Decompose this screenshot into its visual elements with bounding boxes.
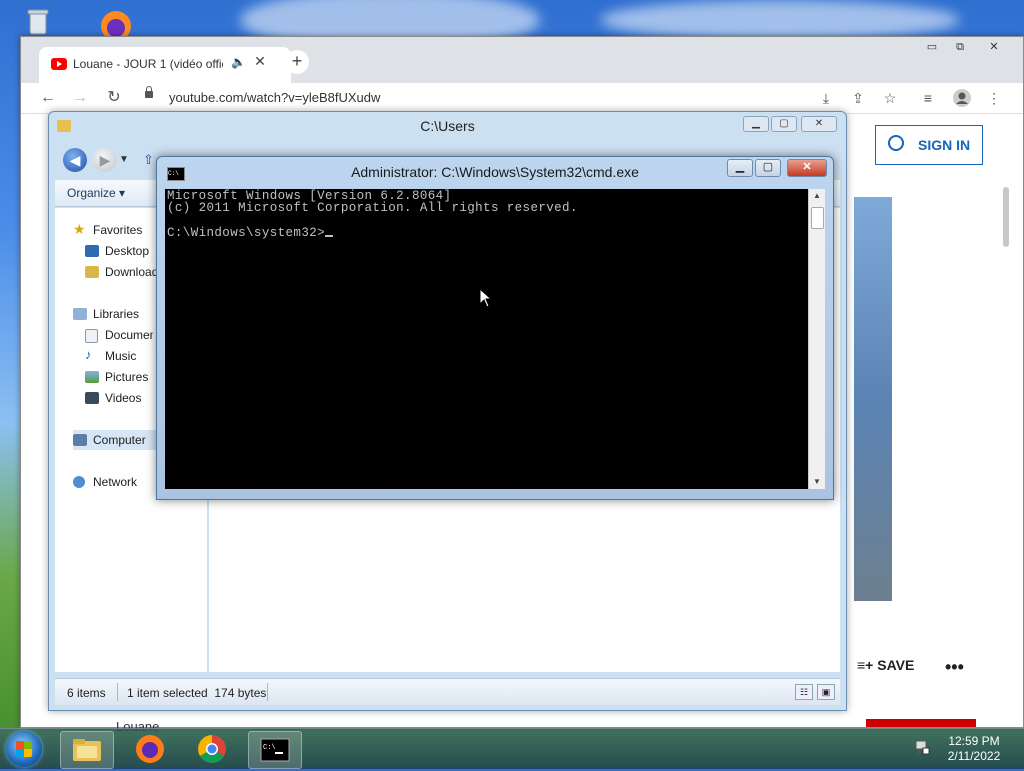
text-cursor bbox=[325, 234, 334, 237]
libraries-icon bbox=[73, 308, 87, 320]
nav-pictures-label: Pictures bbox=[105, 370, 149, 384]
cmd-maximize-button[interactable]: ▢ bbox=[755, 159, 781, 177]
chrome-toolbar: ← → ↻ youtube.com/watch?v=yleB8fUXudw ⤓ … bbox=[21, 83, 1023, 114]
reload-icon[interactable]: ↻ bbox=[103, 87, 125, 109]
svg-text:C:\: C:\ bbox=[263, 744, 276, 752]
bookmark-star-icon[interactable]: ☆ bbox=[879, 87, 901, 109]
computer-icon bbox=[73, 434, 87, 446]
explorer-close-button[interactable]: ✕ bbox=[801, 116, 837, 132]
console-scrollbar[interactable]: ▲ ▼ bbox=[808, 189, 825, 489]
taskbar-firefox[interactable] bbox=[124, 731, 176, 767]
explorer-minimize-button[interactable]: ▁ bbox=[743, 116, 769, 132]
save-button[interactable]: ≡+ SAVE bbox=[857, 657, 914, 673]
chrome-minimize-button[interactable]: ▭ bbox=[921, 39, 943, 55]
videos-icon bbox=[85, 392, 99, 404]
scroll-down-icon[interactable]: ▼ bbox=[809, 475, 825, 489]
lock-icon bbox=[145, 86, 153, 98]
cmd-minimize-button[interactable]: ▁ bbox=[727, 159, 753, 177]
install-app-icon[interactable]: ⤓ bbox=[815, 87, 837, 109]
back-icon[interactable]: ◀ bbox=[63, 148, 87, 172]
forward-icon[interactable]: ▶ bbox=[93, 148, 117, 172]
selection-info: 1 item selected 174 bytes bbox=[127, 686, 267, 700]
network-icon bbox=[73, 476, 85, 488]
status-divider bbox=[267, 683, 268, 701]
nav-music-label: Music bbox=[105, 349, 137, 363]
nav-libraries-label: Libraries bbox=[93, 307, 140, 321]
music-icon: ♪ bbox=[85, 347, 92, 362]
nav-network-label: Network bbox=[93, 475, 138, 489]
documents-icon bbox=[85, 329, 98, 343]
system-clock[interactable]: 12:59 PM 2/11/2022 bbox=[936, 734, 1012, 764]
cmd-window: C:\ Administrator: C:\Windows\System32\c… bbox=[156, 156, 834, 500]
tab-youtube[interactable]: Louane - JOUR 1 (vidéo offic 🔈 ✕ bbox=[39, 47, 291, 83]
explorer-maximize-button[interactable]: ▢ bbox=[771, 116, 797, 132]
speaker-icon[interactable]: 🔈 bbox=[231, 55, 246, 69]
tab-title: Louane - JOUR 1 (vidéo offic bbox=[73, 57, 223, 71]
mouse-pointer-icon bbox=[479, 287, 493, 311]
console-prompt: C:\Windows\system32> bbox=[167, 225, 326, 240]
more-actions-button[interactable]: ••• bbox=[945, 657, 964, 678]
chrome-close-button[interactable]: ✕ bbox=[983, 39, 1005, 55]
chrome-menu-icon[interactable]: ⋮ bbox=[983, 87, 1005, 109]
taskbar: C:\ 12:59 PM 2/11/2022 bbox=[0, 728, 1024, 769]
url-text: youtube.com/watch?v=yleB8fUXudw bbox=[169, 90, 381, 105]
chrome-tab-strip: Louane - JOUR 1 (vidéo offic 🔈 ✕ + ▭ ⧉ ✕ bbox=[21, 37, 1023, 83]
nav-videos-label: Videos bbox=[105, 391, 142, 405]
profile-icon[interactable] bbox=[951, 87, 973, 109]
chrome-icon bbox=[198, 735, 226, 763]
new-tab-button[interactable]: + bbox=[285, 50, 309, 74]
organize-menu-button[interactable]: Organize ▾ bbox=[67, 186, 125, 200]
firefox-icon bbox=[136, 735, 164, 763]
start-button[interactable] bbox=[6, 731, 42, 767]
video-player-edge[interactable] bbox=[854, 197, 892, 601]
back-arrow-icon[interactable]: ← bbox=[37, 87, 59, 109]
page-scrollbar[interactable] bbox=[1003, 187, 1009, 247]
tab-close-button[interactable]: ✕ bbox=[251, 53, 269, 70]
status-divider bbox=[117, 683, 118, 701]
media-control-icon[interactable]: ≡ bbox=[917, 87, 939, 109]
clock-time: 12:59 PM bbox=[948, 734, 1000, 748]
scroll-thumb[interactable] bbox=[811, 207, 824, 229]
taskbar-chrome[interactable] bbox=[186, 731, 238, 767]
downloads-folder-icon bbox=[85, 266, 99, 278]
clock-date: 2/11/2022 bbox=[947, 749, 1001, 763]
item-count: 6 items bbox=[67, 686, 106, 700]
console-output[interactable]: Microsoft Windows [Version 6.2.8064] (c) … bbox=[165, 189, 808, 489]
taskbar-cmd[interactable]: C:\ bbox=[248, 731, 302, 769]
subscribe-button-partial[interactable] bbox=[866, 719, 976, 727]
folder-icon bbox=[73, 739, 101, 761]
save-label: SAVE bbox=[877, 657, 915, 673]
forward-arrow-icon[interactable]: → bbox=[69, 87, 91, 109]
explorer-status-bar: 6 items 1 item selected 174 bytes ☷ ▣ bbox=[55, 678, 840, 705]
nav-computer-label: Computer bbox=[93, 433, 146, 447]
console-prompt-line: C:\Windows\system32> bbox=[167, 227, 578, 239]
recent-pages-dropdown-icon[interactable]: ▼ bbox=[119, 154, 129, 165]
console-line: (c) 2011 Microsoft Corporation. All righ… bbox=[167, 201, 578, 216]
up-folder-icon[interactable]: ⇧ bbox=[143, 152, 154, 168]
pictures-icon bbox=[85, 371, 99, 383]
nav-favorites-label: Favorites bbox=[93, 223, 143, 237]
address-bar[interactable]: youtube.com/watch?v=yleB8fUXudw bbox=[139, 85, 539, 111]
sign-in-button[interactable]: SIGN IN bbox=[875, 125, 983, 165]
share-icon[interactable]: ⇪ bbox=[847, 87, 869, 109]
taskbar-explorer[interactable] bbox=[60, 731, 114, 769]
scroll-up-icon[interactable]: ▲ bbox=[809, 189, 825, 203]
nav-desktop-label: Desktop bbox=[105, 244, 150, 258]
action-center-flag-icon[interactable] bbox=[914, 739, 930, 755]
details-view-icon[interactable]: ☷ bbox=[795, 684, 813, 700]
desktop-icon bbox=[85, 245, 99, 257]
youtube-favicon-icon bbox=[51, 58, 67, 70]
large-icons-view-icon[interactable]: ▣ bbox=[817, 684, 835, 700]
recycle-bin-icon[interactable] bbox=[22, 8, 54, 36]
nav-documents-label: Documents bbox=[105, 328, 153, 342]
command-prompt-icon: C:\ bbox=[260, 738, 290, 762]
star-icon: ★ bbox=[73, 221, 86, 237]
account-icon bbox=[888, 135, 904, 151]
chrome-restore-button[interactable]: ⧉ bbox=[949, 39, 971, 55]
cmd-close-button[interactable]: ✕ bbox=[787, 159, 827, 177]
sign-in-label: SIGN IN bbox=[918, 137, 971, 153]
explorer-title: C:\Users bbox=[420, 118, 475, 134]
add-to-playlist-icon: ≡+ bbox=[857, 657, 874, 673]
console-text: Microsoft Windows [Version 6.2.8064] (c) … bbox=[167, 190, 578, 240]
